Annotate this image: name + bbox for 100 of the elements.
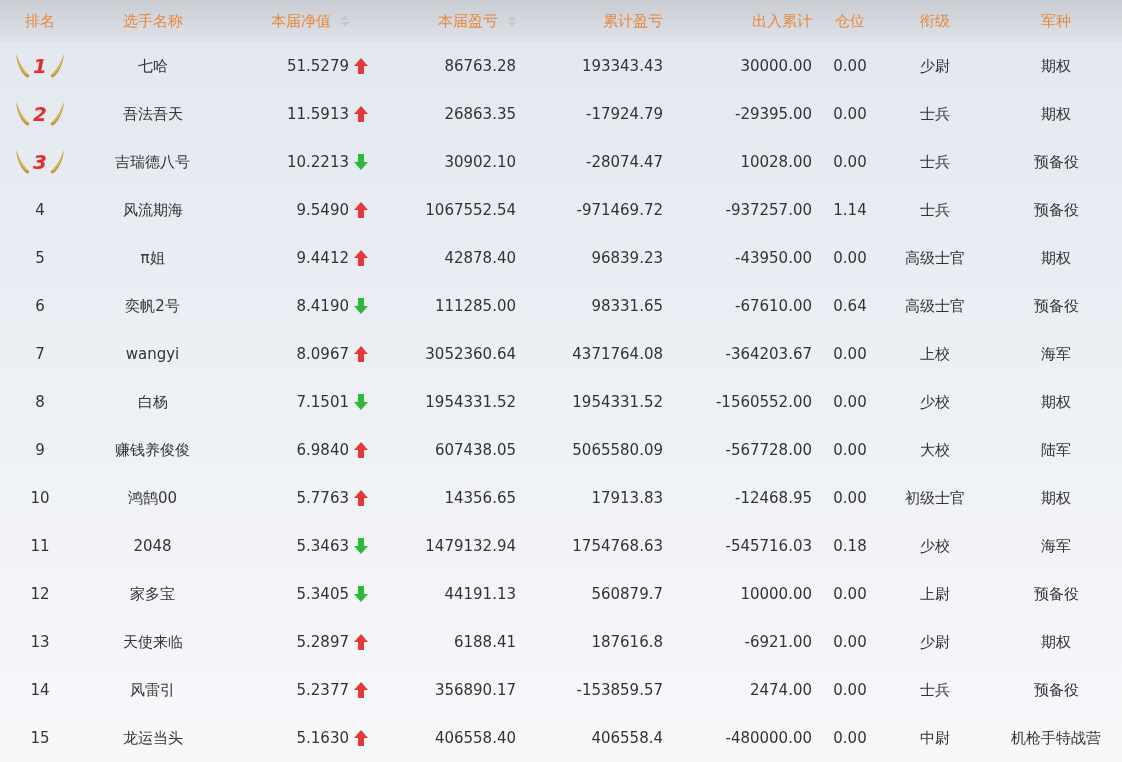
table-cell-text: 高级士官 bbox=[905, 247, 965, 269]
table-cell-text: 大校 bbox=[920, 439, 950, 461]
player-name: 风流期海 bbox=[122, 199, 183, 221]
table-cell-text: -364203.67 bbox=[725, 343, 812, 365]
table-cell-text: -567728.00 bbox=[725, 439, 812, 461]
table-cell-text: 海军 bbox=[1041, 343, 1071, 365]
player-name: π姐 bbox=[140, 247, 165, 269]
table-cell-text: 期权 bbox=[1041, 55, 1071, 77]
table-cell-text: 少尉 bbox=[920, 631, 950, 653]
table-cell-text: 86763.28 bbox=[444, 55, 516, 77]
table-cell-text: -67610.00 bbox=[735, 295, 812, 317]
player-name: 风雷引 bbox=[130, 679, 175, 701]
rank-number: 13 bbox=[30, 631, 50, 653]
table-cell-text: 机枪手特战营 bbox=[1011, 727, 1101, 749]
table-cell-text: 0.00 bbox=[833, 247, 867, 269]
wing-icon bbox=[48, 53, 65, 79]
net-value: 6.9840 bbox=[296, 439, 349, 461]
table-cell-text: 356890.17 bbox=[434, 679, 516, 701]
column-header: 累计盈亏 bbox=[603, 10, 663, 32]
table-cell-text: 预备役 bbox=[1033, 583, 1079, 605]
net-value: 10.2213 bbox=[286, 151, 349, 173]
table-cell-text: 30902.10 bbox=[444, 151, 516, 173]
table-cell-text: 上尉 bbox=[920, 583, 950, 605]
net-value: 8.0967 bbox=[296, 343, 349, 365]
table-cell-text: 上校 bbox=[920, 343, 950, 365]
net-value: 5.3405 bbox=[296, 583, 349, 605]
table-cell-text: 中尉 bbox=[920, 727, 950, 749]
table-cell-text: 10000.00 bbox=[740, 583, 812, 605]
column-header[interactable]: 本届盈亏 bbox=[438, 9, 498, 33]
net-value: 5.1630 bbox=[296, 727, 349, 749]
rank-number: 5 bbox=[35, 247, 45, 269]
rank-number: 15 bbox=[30, 727, 50, 749]
table-cell-text: -6921.00 bbox=[744, 631, 812, 653]
table-cell-text: 预备役 bbox=[1033, 679, 1079, 701]
table-cell-text: 预备役 bbox=[1033, 151, 1079, 173]
table-cell-text: 期权 bbox=[1041, 103, 1071, 125]
table-cell-text: 海军 bbox=[1041, 535, 1071, 557]
player-name: wangyi bbox=[125, 343, 180, 365]
table-cell-text: 0.00 bbox=[833, 151, 867, 173]
table-cell-text: 期权 bbox=[1041, 391, 1071, 413]
net-value: 9.5490 bbox=[296, 199, 349, 221]
table-cell-text: 96839.23 bbox=[591, 247, 663, 269]
table-cell-text: 1954331.52 bbox=[572, 391, 663, 413]
player-name: 白杨 bbox=[137, 391, 168, 413]
table-cell-text: 1954331.52 bbox=[425, 391, 516, 413]
table-cell-text: 0.64 bbox=[833, 295, 867, 317]
table-cell-text: 预备役 bbox=[1033, 199, 1079, 221]
table-cell-text: 14356.65 bbox=[444, 487, 516, 509]
table-cell-text: 98331.65 bbox=[591, 295, 663, 317]
net-value: 5.3463 bbox=[296, 535, 349, 557]
table-cell-text: 406558.40 bbox=[434, 727, 516, 749]
table-cell-text: 560879.7 bbox=[591, 583, 663, 605]
table-cell-text: 期权 bbox=[1041, 631, 1071, 653]
table-cell-text: 期权 bbox=[1041, 247, 1071, 269]
table-cell-text: -28074.47 bbox=[586, 151, 663, 173]
column-header[interactable]: 本届净值 bbox=[271, 9, 331, 33]
player-name: 赚钱养俊俊 bbox=[115, 439, 190, 461]
rank-number: 14 bbox=[30, 679, 50, 701]
table-cell-text: 44191.13 bbox=[444, 583, 516, 605]
rank-number: 4 bbox=[35, 199, 45, 221]
table-cell-text: 17913.83 bbox=[591, 487, 663, 509]
player-name: 吉瑞德八号 bbox=[115, 151, 190, 173]
wing-icon bbox=[15, 101, 32, 127]
column-header: 出入累计 bbox=[752, 10, 812, 32]
table-cell-text: 预备役 bbox=[1033, 295, 1079, 317]
rank-number: 11 bbox=[30, 535, 50, 557]
column-header: 排名 bbox=[25, 10, 55, 32]
player-name: 龙运当头 bbox=[122, 727, 183, 749]
player-name: 天使来临 bbox=[122, 631, 183, 653]
column-header: 仓位 bbox=[835, 10, 865, 32]
player-name: 奕帆2号 bbox=[125, 295, 180, 317]
column-header: 军种 bbox=[1041, 10, 1071, 32]
table-cell-text: -43950.00 bbox=[735, 247, 812, 269]
table-cell-text: 42878.40 bbox=[444, 247, 516, 269]
net-value: 51.5279 bbox=[286, 55, 349, 77]
net-value: 9.4412 bbox=[296, 247, 349, 269]
table-cell-text: 607438.05 bbox=[434, 439, 516, 461]
net-value: 5.2377 bbox=[296, 679, 349, 701]
table-cell-text: 3052360.64 bbox=[425, 343, 516, 365]
table-cell-text: 406558.4 bbox=[591, 727, 663, 749]
table-cell-text: -29395.00 bbox=[735, 103, 812, 125]
table-cell-text: -971469.72 bbox=[576, 199, 663, 221]
table-cell-text: 陆军 bbox=[1041, 439, 1071, 461]
rank-number: 8 bbox=[35, 391, 45, 413]
table-cell-text: 士兵 bbox=[920, 151, 950, 173]
table-cell-text: 1.14 bbox=[833, 199, 867, 221]
table-cell-text: -937257.00 bbox=[725, 199, 812, 221]
player-name: 家多宝 bbox=[130, 583, 175, 605]
wing-icon bbox=[15, 53, 32, 79]
player-name: 吾法吾天 bbox=[122, 103, 183, 125]
rank-number: 7 bbox=[35, 343, 45, 365]
table-cell-text: -153859.57 bbox=[576, 679, 663, 701]
table-cell-text: 0.18 bbox=[833, 535, 867, 557]
table-cell-text: -1560552.00 bbox=[715, 391, 812, 413]
table-cell-text: 0.00 bbox=[833, 343, 867, 365]
table-cell-text: 0.00 bbox=[833, 439, 867, 461]
table-cell-text: -12468.95 bbox=[735, 487, 812, 509]
table-cell-text: 111285.00 bbox=[434, 295, 516, 317]
table-cell-text: 1754768.63 bbox=[572, 535, 663, 557]
table-cell-text: 0.00 bbox=[833, 391, 867, 413]
